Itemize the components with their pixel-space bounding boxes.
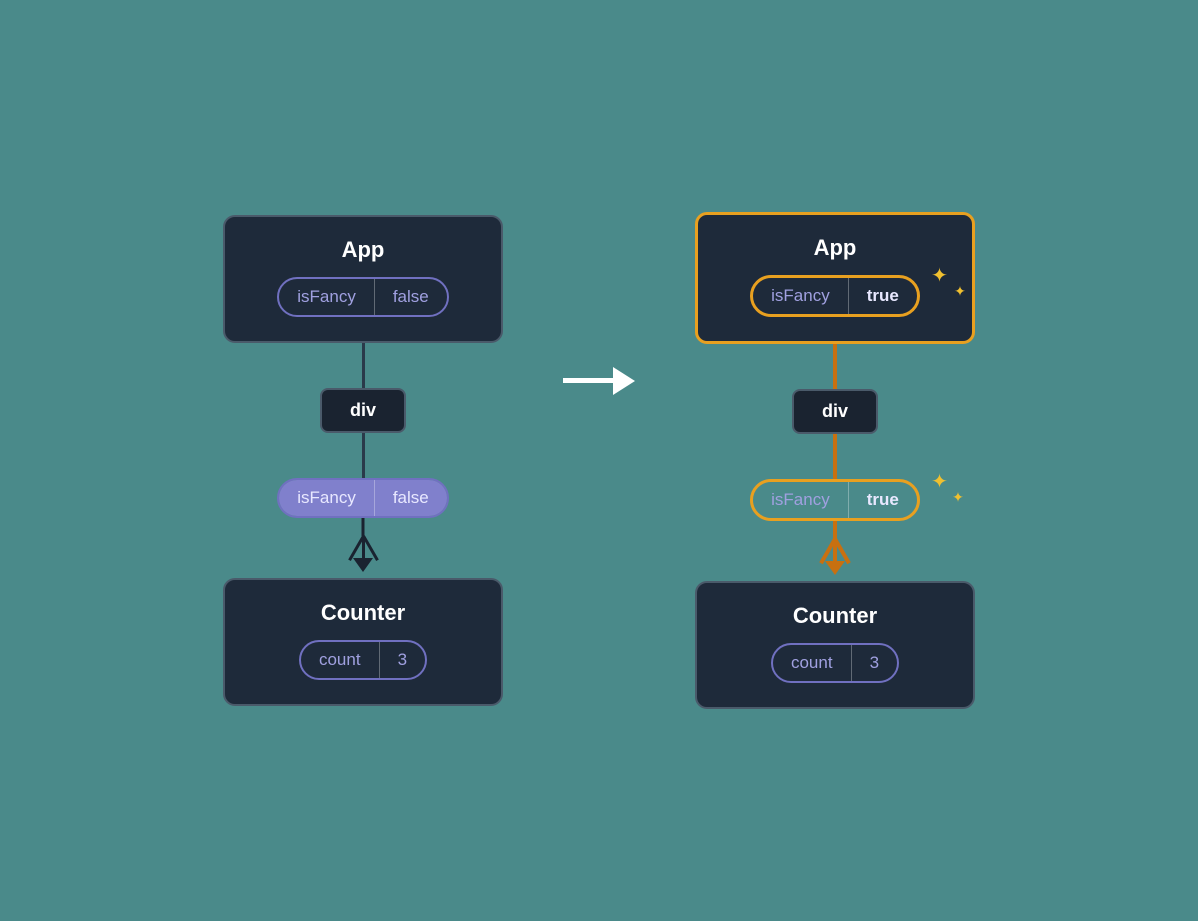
left-connector-1 [362, 343, 365, 388]
left-app-isfancy-key: isFancy [279, 279, 375, 315]
left-connector-2 [362, 433, 365, 478]
right-arrow-stem [833, 539, 837, 561]
left-diagram: App isFancy false div isFancy false [223, 215, 503, 706]
left-div-box: div [320, 388, 406, 433]
transition-arrow [563, 367, 635, 395]
right-app-box: App isFancy true ✦ ✦ [695, 212, 975, 344]
left-counter-box: Counter count 3 [223, 578, 503, 706]
left-split-v [362, 518, 365, 536]
sparkle-icon-3: ✦ [931, 469, 948, 494]
right-props-pill: isFancy true [750, 479, 920, 521]
arrow-shaft [563, 378, 613, 383]
right-count-value: 3 [852, 645, 897, 681]
right-app-pill-wrapper: isFancy true ✦ ✦ [750, 275, 920, 317]
right-props-isfancy-value: true [849, 482, 917, 518]
left-app-isfancy-value: false [375, 279, 447, 315]
right-split-connector [695, 521, 975, 581]
right-connector-1 [833, 344, 837, 389]
left-app-box: App isFancy false [223, 215, 503, 343]
right-app-isfancy-key: isFancy [753, 278, 849, 314]
right-app-state-pill: isFancy true [750, 275, 920, 317]
left-div-label: div [350, 400, 376, 420]
right-div-label: div [822, 401, 848, 421]
left-props-isfancy-value: false [375, 480, 447, 516]
right-diagram: App isFancy true ✦ ✦ div isFancy true [695, 212, 975, 709]
left-counter-title: Counter [321, 600, 405, 626]
left-count-key: count [301, 642, 380, 678]
left-app-title: App [342, 237, 385, 263]
sparkle-icon-2: ✦ [954, 283, 966, 300]
right-app-title: App [814, 235, 857, 261]
right-count-key: count [773, 645, 852, 681]
right-count-pill: count 3 [771, 643, 899, 683]
right-app-isfancy-value: true [849, 278, 917, 314]
left-count-value: 3 [380, 642, 425, 678]
arrow-head-right [613, 367, 635, 395]
right-split-v [833, 521, 837, 539]
left-count-pill: count 3 [299, 640, 427, 680]
right-arrow-head [825, 561, 845, 575]
right-props-isfancy-key: isFancy [753, 482, 849, 518]
right-div-box: div [792, 389, 878, 434]
left-split-connector [223, 518, 503, 578]
main-container: App isFancy false div isFancy false [0, 0, 1198, 921]
right-props-pill-wrapper: isFancy true ✦ ✦ [750, 479, 920, 521]
left-arrow-head [353, 558, 373, 572]
left-props-pill: isFancy false [277, 478, 449, 518]
right-connector-2 [833, 434, 837, 479]
right-counter-box: Counter count 3 [695, 581, 975, 709]
right-counter-title: Counter [793, 603, 877, 629]
left-arrow-stem [362, 536, 365, 558]
sparkle-icon-1: ✦ [931, 263, 948, 288]
left-app-state-pill: isFancy false [277, 277, 449, 317]
left-props-isfancy-key: isFancy [279, 480, 375, 516]
sparkle-icon-4: ✦ [952, 489, 964, 506]
